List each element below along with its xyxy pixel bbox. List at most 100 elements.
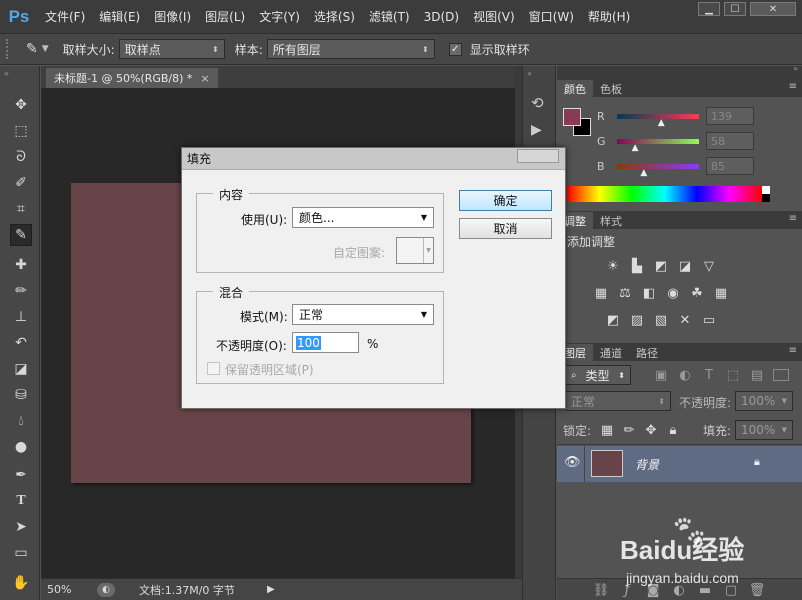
- fill-field[interactable]: 100% ▼: [735, 420, 793, 440]
- panel-menu-icon[interactable]: ≡: [789, 345, 797, 356]
- panel-menu-icon[interactable]: ≡: [789, 213, 797, 224]
- clone-stamp-tool-icon[interactable]: ⊥: [10, 306, 32, 328]
- eyedropper-tool-icon[interactable]: ✎: [10, 224, 32, 246]
- healing-brush-tool-icon[interactable]: ✚: [10, 254, 32, 276]
- mode-select[interactable]: 正常 ▼: [292, 304, 434, 325]
- foreground-color-swatch[interactable]: [563, 108, 581, 126]
- channel-mixer-icon[interactable]: ☘: [689, 285, 705, 301]
- green-slider[interactable]: ▲: [617, 138, 699, 153]
- black-white-icon[interactable]: ◧: [641, 285, 657, 301]
- color-lookup-icon[interactable]: ▦: [713, 285, 729, 301]
- lasso-tool-icon[interactable]: ᘐ: [10, 146, 32, 168]
- preset-dropdown-icon[interactable]: ▼: [42, 44, 49, 54]
- actions-panel-icon[interactable]: ▶: [531, 122, 542, 138]
- document-tab[interactable]: 未标题-1 @ 50%(RGB/8) * ×: [46, 68, 218, 88]
- quick-select-tool-icon[interactable]: ✐: [10, 172, 32, 194]
- zoom-level[interactable]: 50%: [47, 583, 87, 596]
- color-spectrum-ramp[interactable]: [567, 186, 762, 202]
- dialog-title-bar[interactable]: 填充: [182, 148, 565, 170]
- lock-all-icon[interactable]: 🔒︎: [665, 422, 681, 438]
- blue-slider[interactable]: ▲: [617, 163, 699, 178]
- menu-layer[interactable]: 图层(L): [198, 8, 252, 25]
- blue-slider-handle-icon[interactable]: ▲: [640, 168, 647, 178]
- filter-shape-icon[interactable]: ⬚: [725, 367, 741, 383]
- brush-tool-icon[interactable]: ✏: [10, 280, 32, 302]
- filter-type-icon[interactable]: T: [701, 367, 717, 383]
- rectangle-tool-icon[interactable]: ▭: [10, 542, 32, 564]
- pen-tool-icon[interactable]: ✒: [10, 464, 32, 486]
- brightness-contrast-icon[interactable]: ☀: [605, 258, 621, 274]
- menu-help[interactable]: 帮助(H): [581, 8, 637, 25]
- layer-row-background[interactable]: 👁︎ 背景 🔒︎: [557, 446, 802, 482]
- green-value-field[interactable]: 58: [706, 132, 754, 150]
- lock-transparent-icon[interactable]: ▦: [599, 422, 615, 438]
- red-slider-handle-icon[interactable]: ▲: [658, 118, 665, 128]
- red-value-field[interactable]: 139: [706, 107, 754, 125]
- menu-filter[interactable]: 滤镜(T): [362, 8, 417, 25]
- dialog-opacity-field[interactable]: 100: [292, 332, 359, 353]
- minimize-button[interactable]: ▁: [698, 2, 720, 16]
- tab-paths[interactable]: 路径: [629, 344, 665, 361]
- sample-size-select[interactable]: 取样点 ⬍: [118, 39, 225, 59]
- tab-swatches[interactable]: 色板: [593, 80, 629, 97]
- threshold-icon[interactable]: ▧: [653, 312, 669, 328]
- opacity-field[interactable]: 100% ▼: [735, 391, 793, 411]
- menu-type[interactable]: 文字(Y): [252, 8, 307, 25]
- layer-name[interactable]: 背景: [635, 456, 659, 473]
- move-tool-icon[interactable]: ✥: [10, 94, 32, 116]
- posterize-icon[interactable]: ▨: [629, 312, 645, 328]
- eyedropper-preset-icon[interactable]: ✎: [26, 41, 38, 57]
- menu-file[interactable]: 文件(F): [38, 8, 92, 25]
- blur-tool-icon[interactable]: 💧︎: [10, 410, 32, 432]
- collapse-panels-icon[interactable]: »: [793, 64, 798, 73]
- history-panel-icon[interactable]: ⟲: [531, 94, 544, 112]
- marquee-tool-icon[interactable]: ⬚: [10, 120, 32, 142]
- vibrance-icon[interactable]: ▽: [701, 258, 717, 274]
- type-tool-icon[interactable]: T: [10, 490, 32, 512]
- curves-icon[interactable]: ◩: [653, 258, 669, 274]
- menu-image[interactable]: 图像(I): [147, 8, 198, 25]
- ok-button[interactable]: 确定: [459, 190, 552, 211]
- close-dialog-button[interactable]: [517, 149, 559, 163]
- visibility-eye-icon[interactable]: 👁︎: [564, 455, 581, 470]
- selective-color-icon[interactable]: ✕: [677, 312, 693, 328]
- menu-3d[interactable]: 3D(D): [417, 10, 466, 24]
- filter-adjustment-icon[interactable]: ◐: [677, 367, 693, 383]
- link-layers-icon[interactable]: ⛓: [593, 582, 610, 598]
- close-window-button[interactable]: ✕: [750, 2, 796, 16]
- filter-pixel-icon[interactable]: ▣: [653, 367, 669, 383]
- green-slider-handle-icon[interactable]: ▲: [632, 143, 639, 153]
- blue-value-field[interactable]: 85: [706, 157, 754, 175]
- tab-color[interactable]: 颜色: [557, 80, 593, 97]
- invert-icon[interactable]: ◩: [605, 312, 621, 328]
- filter-smart-object-icon[interactable]: ▤: [749, 367, 765, 383]
- red-slider[interactable]: ▲: [617, 113, 699, 128]
- lock-pixels-icon[interactable]: ✏: [621, 422, 637, 438]
- collapse-tools-icon[interactable]: »: [4, 69, 9, 78]
- close-tab-icon[interactable]: ×: [200, 72, 209, 85]
- exposure-icon[interactable]: ◪: [677, 258, 693, 274]
- eraser-tool-icon[interactable]: ◪: [10, 358, 32, 380]
- hue-saturation-icon[interactable]: ▦: [593, 285, 609, 301]
- black-white-ramp[interactable]: [762, 186, 770, 202]
- blend-mode-select[interactable]: 正常 ⬍: [565, 391, 671, 411]
- crop-tool-icon[interactable]: ⌗: [10, 198, 32, 220]
- status-info-icon[interactable]: ◐: [97, 582, 115, 597]
- menu-view[interactable]: 视图(V): [466, 8, 522, 25]
- menu-select[interactable]: 选择(S): [307, 8, 362, 25]
- paint-bucket-tool-icon[interactable]: ⛁: [10, 384, 32, 406]
- hand-tool-icon[interactable]: ✋: [10, 572, 32, 594]
- expand-dock-icon[interactable]: «: [527, 69, 532, 78]
- use-select[interactable]: 颜色... ▼: [292, 207, 434, 228]
- photo-filter-icon[interactable]: ◉: [665, 285, 681, 301]
- tab-styles[interactable]: 样式: [593, 212, 629, 229]
- history-brush-tool-icon[interactable]: ↶: [10, 332, 32, 354]
- color-balance-icon[interactable]: ⚖: [617, 285, 633, 301]
- menu-window[interactable]: 窗口(W): [522, 8, 581, 25]
- gradient-map-icon[interactable]: ▭: [701, 312, 717, 328]
- preserve-transparency-checkbox[interactable]: [207, 362, 220, 375]
- levels-icon[interactable]: ▙: [629, 258, 645, 274]
- dodge-tool-icon[interactable]: ●: [10, 436, 32, 458]
- path-selection-tool-icon[interactable]: ➤: [10, 516, 32, 538]
- panel-menu-icon[interactable]: ≡: [789, 81, 797, 92]
